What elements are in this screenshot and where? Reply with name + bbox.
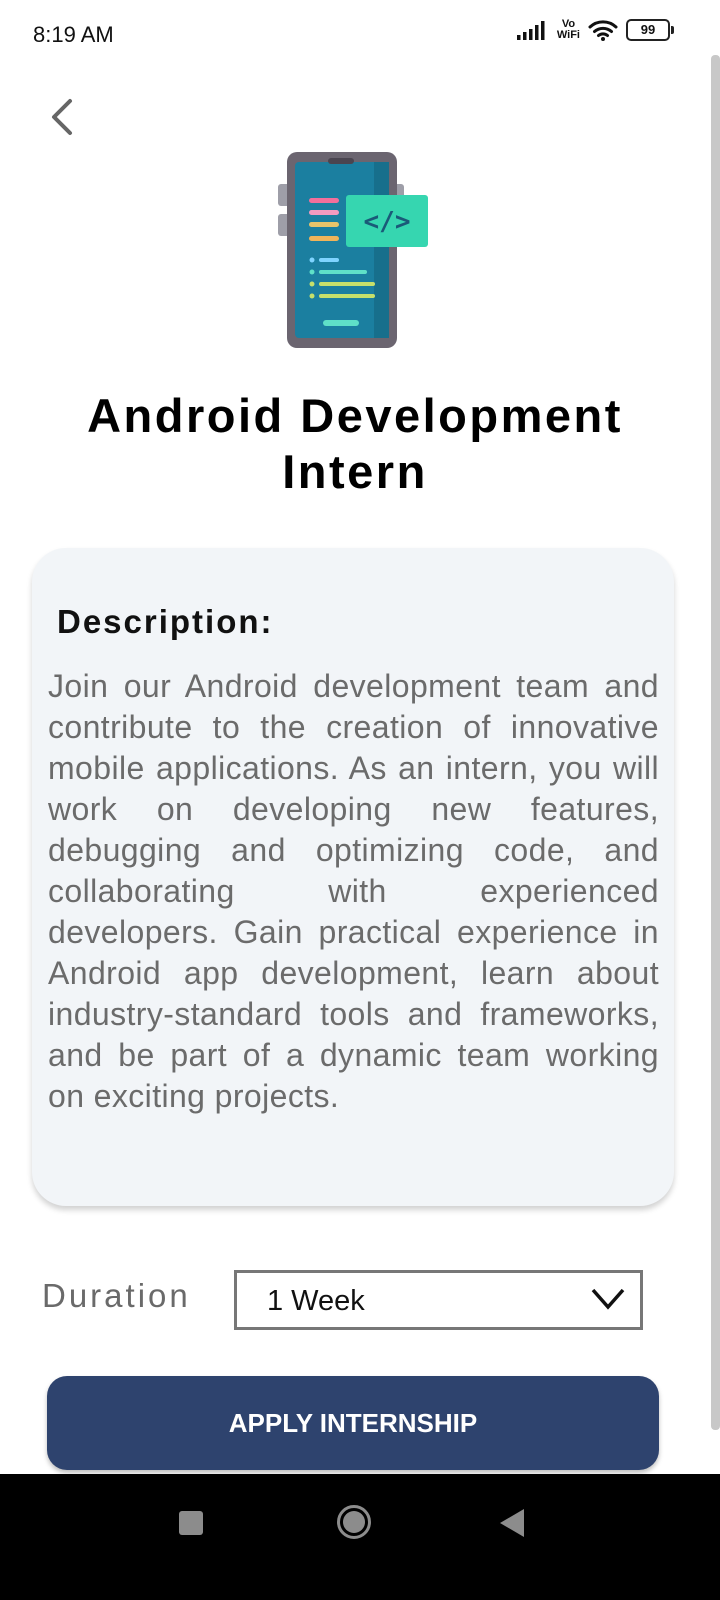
circle-home-icon[interactable] [336, 1504, 372, 1540]
description-body: Join our Android development team and co… [48, 668, 659, 1114]
scrollbar[interactable] [711, 55, 720, 1430]
chevron-down-icon [591, 1288, 625, 1310]
apply-internship-button[interactable]: APPLY INTERNSHIP [47, 1376, 659, 1470]
status-icons: Vo WiFi 99 [516, 18, 674, 42]
battery-level: 99 [640, 22, 656, 37]
system-nav-bar [0, 1474, 720, 1600]
code-glyph: </> [364, 207, 411, 237]
description-card: Description: Join our Android developmen… [32, 548, 674, 1206]
phone-code-icon: </> [278, 152, 428, 348]
page-title: Android Development Intern [87, 389, 623, 498]
status-bar: 8:19 AM Vo WiFi 99 [0, 0, 720, 70]
back-button[interactable] [42, 95, 86, 139]
square-recents-icon[interactable] [179, 1511, 203, 1535]
description-heading: Description: [57, 603, 274, 640]
status-time: 8:19 AM [33, 22, 114, 47]
back-arrow-icon [52, 99, 72, 135]
triangle-back-icon[interactable] [498, 1507, 526, 1539]
duration-dropdown[interactable]: 1 Week [234, 1270, 643, 1330]
vowifi-bottom-text: WiFi [556, 29, 580, 41]
vowifi-icon: Vo WiFi [557, 19, 580, 41]
signal-icon [516, 21, 545, 40]
duration-label: Duration [42, 1277, 191, 1314]
battery-icon: 99 [626, 19, 674, 41]
wifi-icon [588, 20, 618, 41]
duration-selected-value: 1 Week [267, 1285, 365, 1317]
